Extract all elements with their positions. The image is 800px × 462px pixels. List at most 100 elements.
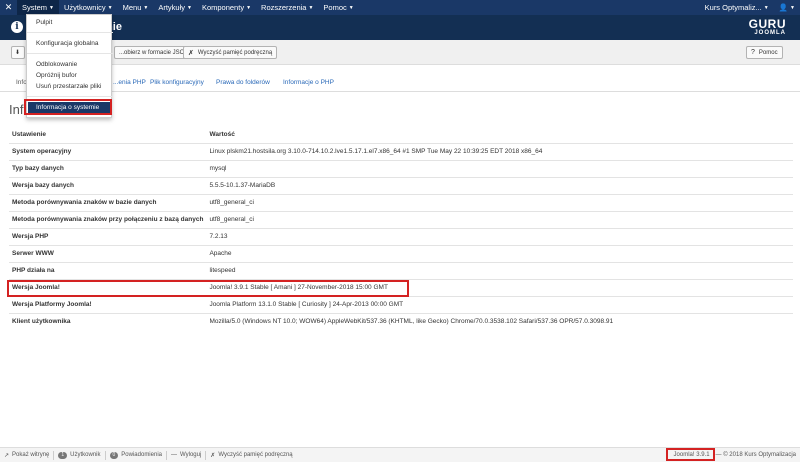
- site-name: Kurs Optymaliz...: [704, 3, 762, 12]
- user-menu[interactable]: 👤 ▼: [774, 0, 800, 15]
- caret-down-icon: ▼: [107, 4, 113, 11]
- view-site-label: Pokaż witrynę: [12, 452, 50, 458]
- tab-config-file[interactable]: Plik konfiguracyjny: [150, 79, 204, 86]
- menu-item-system-info[interactable]: Informacja o systemie: [28, 102, 112, 114]
- clear-cache-label: Wyczyść pamięć podręczną: [218, 452, 293, 458]
- menu-label: Użytkownicy: [63, 3, 106, 12]
- top-navbar: ✕ System ▼ Użytkownicy ▼ Menu ▼ Artykuły ▼ K…: [0, 0, 800, 15]
- setting-value: 7.2.13: [206, 227, 793, 245]
- menu-articles[interactable]: Artykuły ▼: [153, 0, 197, 15]
- broom-icon: ✗: [188, 49, 194, 57]
- logo-line1: GURU: [748, 17, 786, 31]
- status-bar: ↗ Pokaż witrynę 1 Użytkownik 0 Powiadomieni…: [0, 447, 800, 462]
- menu-label: Rozszerzenia: [261, 3, 307, 12]
- menu-users[interactable]: Użytkownicy ▼: [59, 0, 118, 15]
- tab-php-info[interactable]: Informacje o PHP: [283, 79, 334, 86]
- setting-name: Wersja bazy danych: [9, 176, 207, 194]
- copyright-text: — © 2018 Kurs Optymalizacja: [715, 452, 796, 458]
- tab-php-settings[interactable]: ...enia PHP: [113, 79, 146, 86]
- menu-divider: [27, 32, 113, 33]
- tab-folder-permissions[interactable]: Prawa do folderów: [216, 79, 270, 86]
- setting-value: Mozilla/5.0 (Windows NT 10.0; WOW64) App…: [206, 312, 793, 330]
- notifications-label: Powiadomienia: [121, 452, 162, 458]
- caret-down-icon: ▼: [790, 4, 795, 11]
- menu-item-unlock[interactable]: Odblokowanie: [36, 61, 77, 68]
- view-site-link[interactable]: ↗ Pokaż witrynę: [0, 450, 55, 460]
- setting-name: Serwer WWW: [9, 244, 207, 262]
- notifications-link[interactable]: 0 Powiadomienia: [106, 450, 167, 460]
- menu-item-clear-expired[interactable]: Usuń przestarzałe pliki: [36, 83, 101, 90]
- table-row: Wersja PHP 7.2.13: [9, 227, 793, 245]
- tabs-bar: Info ...enia PHP Plik konfiguracyjny Pra…: [0, 72, 800, 92]
- question-icon: ?: [751, 49, 755, 56]
- external-link-icon: ↗: [4, 452, 10, 459]
- menu-label: Artykuły: [158, 3, 185, 12]
- menu-extensions[interactable]: Rozszerzenia ▼: [256, 0, 318, 15]
- setting-name: Wersja Joomla!: [9, 278, 207, 296]
- menu-item-clear-cache[interactable]: Opróżnij bufor: [36, 72, 77, 79]
- joomla-logo-icon[interactable]: ✕: [0, 0, 17, 15]
- caret-down-icon: ▼: [348, 4, 354, 11]
- clear-cache-button[interactable]: ✗ Wyczyść pamięć podręczną: [183, 46, 278, 59]
- menu-divider: [27, 53, 113, 54]
- setting-name: System operacyjny: [9, 142, 207, 160]
- setting-value: 5.5.5-10.1.37-MariaDB: [206, 176, 793, 194]
- menu-menus[interactable]: Menu ▼: [118, 0, 154, 15]
- table-row: System operacyjny Linux plskm21.hostsila.…: [9, 142, 793, 160]
- table-header-row: Ustawienie Wartość: [9, 126, 793, 143]
- system-info-table: Ustawienie Wartość System operacyjny Linu…: [9, 126, 793, 330]
- setting-name: Typ bazy danych: [9, 159, 207, 177]
- setting-name: Metoda porównywania znaków w bazie danyc…: [9, 193, 207, 211]
- menu-divider: [27, 96, 113, 97]
- setting-value: utf8_general_ci: [206, 210, 793, 228]
- toolbar: ⬇ ...obierz w formacie JSON ✗ Wyczyść pam…: [0, 40, 800, 65]
- joomla-version-label: Joomla! 3.9.1: [673, 452, 710, 458]
- download-button[interactable]: ⬇: [11, 46, 25, 59]
- caret-down-icon: ▼: [763, 4, 769, 11]
- menu-components[interactable]: Komponenty ▼: [197, 0, 256, 15]
- download-json-button[interactable]: ...obierz w formacie JSON: [114, 46, 194, 59]
- help-button[interactable]: ? Pomoc: [746, 46, 783, 59]
- setting-value: Joomla Platform 13.1.0 Stable [ Curiosit…: [206, 295, 793, 313]
- column-header-value: Wartość: [209, 130, 235, 138]
- table-row: PHP działa na litespeed: [9, 261, 793, 279]
- table-row: Serwer WWW Apache: [9, 244, 793, 262]
- logout-label: Wyloguj: [180, 452, 202, 458]
- download-json-label: ...obierz w formacie JSON: [119, 49, 189, 56]
- clear-cache-link[interactable]: ✗ Wyczyść pamięć podręczną: [206, 451, 296, 460]
- setting-value: Joomla! 3.9.1 Stable [ Amani ] 27-Novemb…: [206, 278, 793, 296]
- setting-value: utf8_general_ci: [206, 193, 793, 211]
- menu-help[interactable]: Pomoc ▼: [318, 0, 358, 15]
- info-icon: i: [11, 21, 23, 33]
- setting-name: PHP działa na: [9, 261, 207, 279]
- minus-icon: —: [171, 452, 177, 458]
- page-header: i mie GURU JOOMLA: [0, 15, 800, 40]
- caret-down-icon: ▼: [246, 4, 252, 11]
- setting-value: Linux plskm21.hostsila.org 3.10.0-714.10…: [206, 142, 793, 160]
- table-row: Metoda porównywania znaków w bazie danyc…: [9, 193, 793, 211]
- download-icon: ⬇: [15, 50, 21, 56]
- caret-down-icon: ▼: [308, 4, 314, 11]
- caret-down-icon: ▼: [143, 4, 149, 11]
- menu-item-dashboard[interactable]: Pulpit: [36, 19, 52, 26]
- setting-name: Wersja Platformy Joomla!: [9, 295, 207, 313]
- setting-name: Wersja PHP: [9, 227, 207, 245]
- setting-value: litespeed: [206, 261, 793, 279]
- logo-line2: JOOMLA: [754, 30, 786, 36]
- table-row: Typ bazy danych mysql: [9, 159, 793, 177]
- users-label: Użytkownik: [70, 452, 101, 458]
- menu-label: System: [22, 3, 48, 12]
- site-name-link[interactable]: Kurs Optymaliz... ▼: [700, 0, 774, 15]
- table-row: Wersja Platformy Joomla! Joomla Platform …: [9, 295, 793, 313]
- user-icon: 👤: [778, 3, 789, 12]
- logout-link[interactable]: — Wyloguj: [167, 450, 207, 460]
- broom-icon: ✗: [210, 452, 216, 459]
- users-link[interactable]: 1 Użytkownik: [54, 450, 106, 460]
- table-row: Wersja bazy danych 5.5.5-10.1.37-MariaDB: [9, 176, 793, 194]
- caret-down-icon: ▼: [49, 4, 54, 11]
- menu-item-global-config[interactable]: Konfiguracja globalna: [36, 40, 99, 47]
- menu-system[interactable]: System ▼: [17, 0, 59, 15]
- setting-name: Metoda porównywania znaków przy połączen…: [9, 210, 207, 228]
- table-row: Klient użytkownika Mozilla/5.0 (Windows N…: [9, 312, 793, 330]
- menu-label: Menu: [122, 3, 142, 12]
